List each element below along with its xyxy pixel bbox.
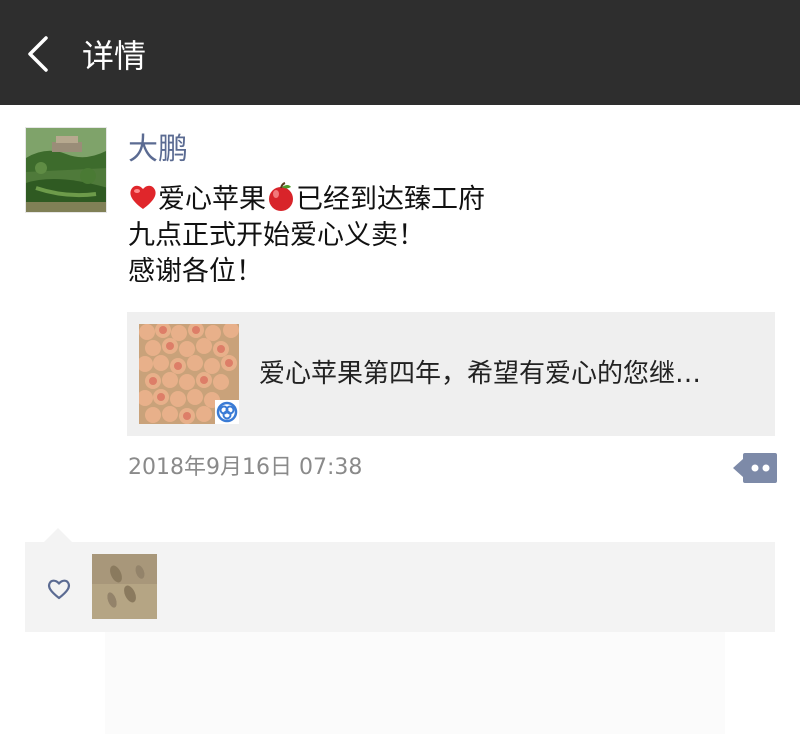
back-button[interactable] [22, 32, 62, 76]
likes-panel [25, 542, 775, 632]
link-thumbnail [139, 324, 239, 424]
post-line-2: 九点正式开始爱心义卖！ [128, 220, 425, 251]
post-content: 爱心苹果 已经到达臻工府 九点正式开始爱心义卖！ 感谢各位！ [128, 182, 768, 290]
mini-program-icon [215, 400, 239, 424]
red-heart-icon [130, 185, 156, 209]
apples-image [139, 324, 239, 424]
heart-outline-icon [47, 579, 71, 600]
post-timestamp: 2018年9月16日 07:38 [128, 455, 363, 480]
post-line-1-text-b: 已经到达臻工府 [296, 184, 485, 215]
post-line-3: 感谢各位！ [128, 256, 263, 287]
footprints-image [92, 554, 157, 619]
avatar-image [26, 128, 106, 212]
red-apple-icon [269, 182, 293, 211]
link-title: 爱心苹果第四年，希望有爱心的您继… [259, 359, 702, 389]
more-dots-icon [733, 453, 777, 483]
post-line-1: 爱心苹果 已经到达臻工府 [128, 182, 768, 218]
like-heart-container [46, 577, 72, 601]
author-name[interactable]: 大鹏 [128, 130, 188, 170]
post-line-1-text-a: 爱心苹果 [158, 184, 266, 215]
comment-action-button[interactable] [733, 451, 777, 485]
likes-panel-arrow [44, 528, 72, 542]
chevron-left-icon [28, 36, 48, 72]
bottom-area [105, 632, 725, 734]
top-navigation-bar: 详情 [0, 0, 800, 105]
page-title: 详情 [82, 37, 147, 75]
shared-link-card[interactable]: 爱心苹果第四年，希望有爱心的您继… [127, 312, 775, 436]
author-avatar[interactable] [25, 127, 107, 213]
liker-avatar[interactable] [92, 554, 157, 619]
